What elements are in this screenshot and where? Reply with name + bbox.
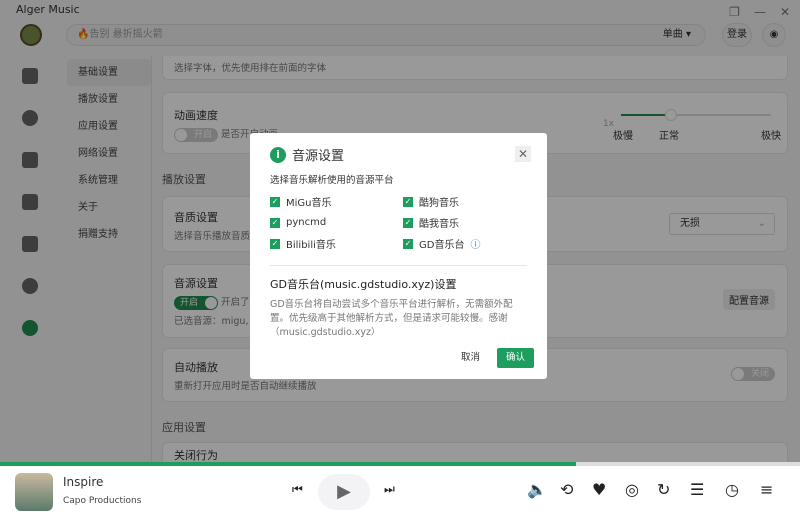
dialog-subtitle: 选择音乐解析使用的音源平台 <box>270 175 394 186</box>
equalizer-icon[interactable]: ☰ <box>690 480 704 499</box>
checkbox-gd[interactable]: ✓ GD音乐台 ⓘ <box>403 236 523 251</box>
check-icon: ✓ <box>270 238 280 249</box>
close-dialog-button[interactable]: ✕ <box>515 146 531 162</box>
timer-icon[interactable]: ◷ <box>725 480 739 499</box>
heart-icon[interactable]: ♥ <box>592 480 606 499</box>
check-icon: ✓ <box>270 217 280 228</box>
check-icon: ✓ <box>270 196 280 207</box>
gd-settings-desc: GD音乐台将自动尝试多个音乐平台进行解析，无需额外配置。优先级高于其他解析方式，… <box>270 299 513 338</box>
repeat-icon[interactable]: ⟲ <box>560 480 573 499</box>
info-circle-icon[interactable]: ⓘ <box>470 236 480 251</box>
source-settings-dialog: i 音源设置 ✕ 选择音乐解析使用的音源平台 ✓ MiGu音乐 ✓ 酷狗音乐 ✓ pyn… <box>250 133 547 379</box>
album-cover[interactable] <box>15 473 53 511</box>
song-title[interactable]: Inspire <box>63 475 103 489</box>
check-icon: ✓ <box>403 238 413 249</box>
check-icon: ✓ <box>403 196 413 207</box>
gd-settings-title: GD音乐台(music.gdstudio.xyz)设置 <box>270 278 457 291</box>
intelligent-mode-icon[interactable]: ◎ <box>625 480 639 499</box>
divider <box>270 265 527 266</box>
checkbox-bilibili[interactable]: ✓ Bilibili音乐 <box>270 236 403 251</box>
check-icon: ✓ <box>403 217 413 228</box>
player-bar: Inspire Capo Productions ⏮ ▶ ⏭ 🔈 ⟲ ♥ ◎ ↻… <box>0 466 800 518</box>
dialog-title: 音源设置 <box>292 149 345 164</box>
volume-icon[interactable]: 🔈 <box>527 480 547 499</box>
checkbox-migu[interactable]: ✓ MiGu音乐 <box>270 194 403 209</box>
next-icon[interactable]: ⏭ <box>384 482 395 497</box>
artist-name[interactable]: Capo Productions <box>63 496 141 506</box>
checkbox-kuwo[interactable]: ✓ 酷我音乐 <box>403 215 523 230</box>
info-icon: i <box>270 146 286 163</box>
previous-icon[interactable]: ⏮ <box>292 482 303 497</box>
cancel-button[interactable]: 取消 <box>452 348 489 368</box>
play-button[interactable]: ▶ <box>318 474 370 510</box>
reparse-icon[interactable]: ↻ <box>657 480 670 499</box>
checkbox-kugou[interactable]: ✓ 酷狗音乐 <box>403 194 523 209</box>
checkbox-pyncmd[interactable]: ✓ pyncmd <box>270 215 403 230</box>
confirm-button[interactable]: 确认 <box>497 348 535 368</box>
playlist-icon[interactable]: ≡ <box>760 480 773 499</box>
